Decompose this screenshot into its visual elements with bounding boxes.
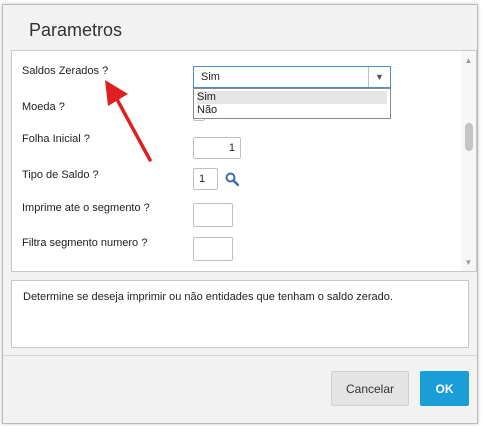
param-label-imprime-ate-segmento: Imprime ate o segmento ? [22, 202, 150, 214]
help-text: Determine se deseja imprimir ou não enti… [23, 291, 393, 303]
help-text-box: Determine se deseja imprimir ou não enti… [11, 280, 469, 348]
chevron-down-icon[interactable]: ▼ [368, 67, 390, 87]
scroll-down-icon[interactable]: ▼ [461, 256, 476, 268]
dropdown-option-nao[interactable]: Não [197, 104, 387, 117]
scroll-up-icon[interactable]: ▲ [461, 54, 476, 66]
saldos-zerados-dropdown: Sim Não [193, 88, 391, 119]
imprime-ate-segmento-input[interactable] [193, 203, 233, 227]
parameters-dialog: Parametros Saldos Zerados ? Sim ▼ Sim Nã… [2, 4, 478, 424]
filtra-segmento-input[interactable] [193, 237, 233, 261]
parameters-panel: Saldos Zerados ? Sim ▼ Sim Não Moeda ? F… [11, 50, 477, 272]
param-label-folha-inicial: Folha Inicial ? [22, 133, 90, 145]
scrollbar-thumb[interactable] [465, 123, 473, 151]
vertical-scrollbar[interactable]: ▲ ▼ [461, 51, 476, 271]
cancel-button[interactable]: Cancelar [331, 371, 409, 406]
annotation-arrow-icon [105, 80, 152, 162]
dropdown-option-sim[interactable]: Sim [197, 91, 387, 104]
folha-inicial-input[interactable]: 1 [193, 137, 241, 159]
param-label-tipo-de-saldo: Tipo de Saldo ? [22, 169, 99, 181]
param-label-saldos-zerados: Saldos Zerados ? [22, 65, 109, 77]
saldos-zerados-value: Sim [201, 71, 220, 83]
search-icon[interactable] [225, 172, 239, 186]
param-label-filtra-segmento: Filtra segmento numero ? [22, 237, 148, 249]
ok-button[interactable]: OK [420, 371, 469, 406]
saldos-zerados-select[interactable]: Sim ▼ [193, 66, 391, 88]
dialog-title: Parametros [29, 20, 123, 40]
footer-divider [3, 355, 477, 356]
tipo-de-saldo-input[interactable]: 1 [193, 168, 218, 190]
param-label-moeda: Moeda ? [22, 101, 65, 113]
